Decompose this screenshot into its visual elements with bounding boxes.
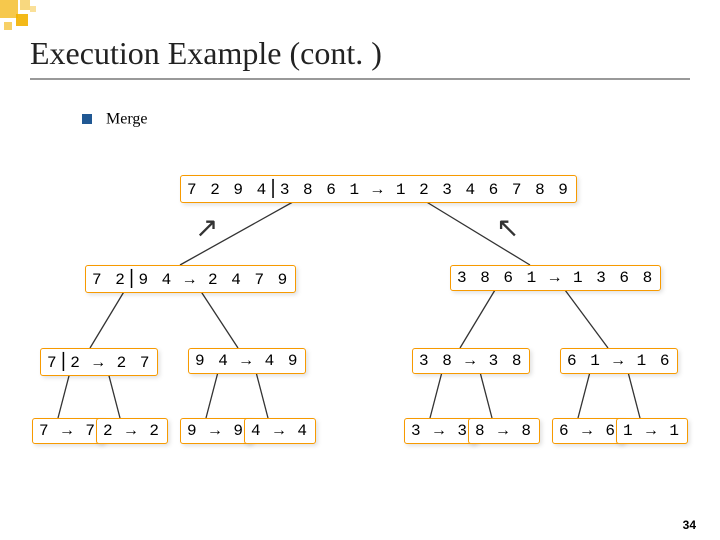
merge-arrow-up-right: ↖ [496, 215, 519, 243]
page-number: 34 [683, 518, 696, 532]
node-l2-3: 6 1 → 1 6 [560, 348, 678, 374]
node-l3-3: 4 → 4 [244, 418, 316, 444]
node-l2-2: 3 8 → 3 8 [412, 348, 530, 374]
node-l3-5: 8 → 8 [468, 418, 540, 444]
node-l3-6: 6 → 6 [552, 418, 624, 444]
node-l3-7: 1 → 1 [616, 418, 688, 444]
node-l3-4: 3 → 3 [404, 418, 476, 444]
node-l2-1: 9 4 → 4 9 [188, 348, 306, 374]
merge-arrow-up-left: ↗ [195, 215, 218, 243]
node-root: 7 2 9 4⎮3 8 6 1 → 1 2 3 4 6 7 8 9 [180, 175, 577, 203]
node-l3-1: 2 → 2 [96, 418, 168, 444]
node-l2-0: 7⎮2 → 2 7 [40, 348, 158, 376]
node-left-half: 7 2⎮9 4 → 2 4 7 9 [85, 265, 296, 293]
node-l3-2: 9 → 9 [180, 418, 252, 444]
node-right-half: 3 8 6 1 → 1 3 6 8 [450, 265, 661, 291]
node-l3-0: 7 → 7 [32, 418, 104, 444]
